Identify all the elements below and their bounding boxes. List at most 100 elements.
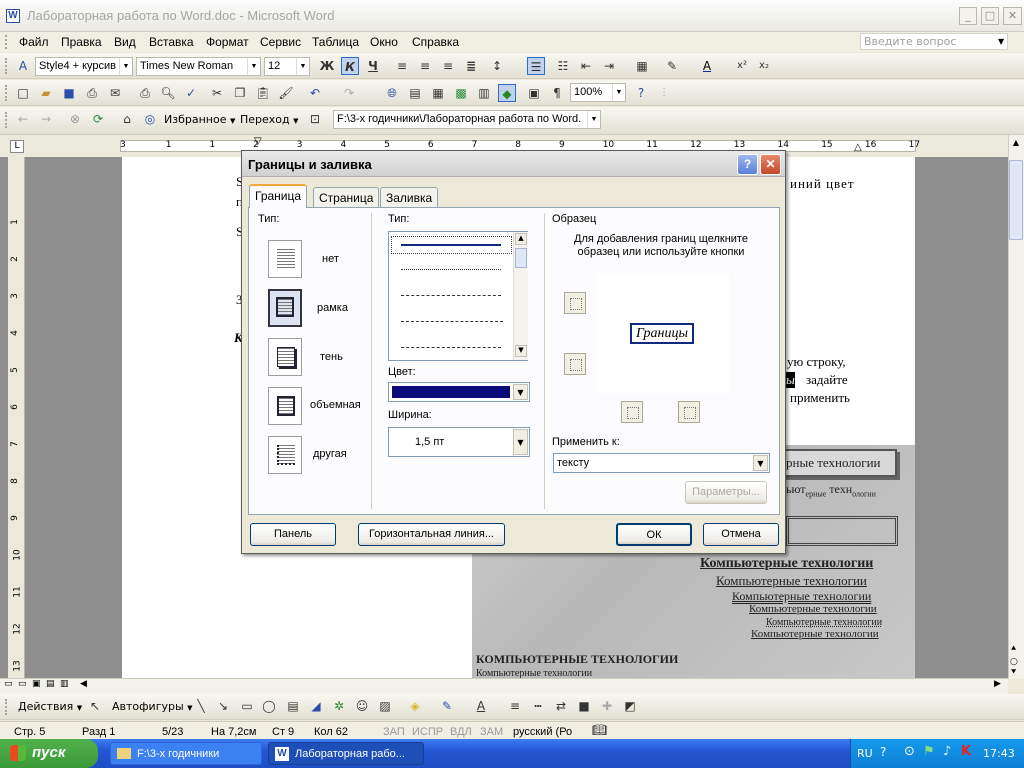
redo-icon[interactable]: ↷ bbox=[340, 84, 358, 102]
save-icon[interactable]: ■ bbox=[60, 84, 78, 102]
dialog-close-button[interactable]: ✕ bbox=[760, 154, 781, 175]
arrow-icon[interactable]: ↘ bbox=[214, 697, 232, 715]
line-style-scrollbar[interactable]: ▲ ▼ bbox=[513, 232, 528, 360]
fill-color-icon[interactable]: ◈ bbox=[406, 697, 424, 715]
dialog-help-button[interactable]: ? bbox=[737, 154, 758, 175]
line-style-long-dash[interactable] bbox=[401, 321, 503, 322]
color-dropdown[interactable]: ▼ bbox=[388, 382, 530, 402]
oval-icon[interactable]: ◯ bbox=[260, 697, 278, 715]
scroll-up-icon[interactable]: ▲ bbox=[515, 233, 527, 245]
dash-style-icon[interactable]: ┅ bbox=[529, 697, 547, 715]
go-menu[interactable]: Переход ▼ bbox=[240, 113, 299, 126]
align-right-icon[interactable]: ≡ bbox=[439, 57, 457, 75]
highlight-icon[interactable]: ✎ bbox=[663, 57, 681, 75]
expand-tray-icon[interactable]: ⊙ bbox=[904, 744, 915, 759]
normal-view-icon[interactable]: ▭ bbox=[4, 679, 13, 689]
select-objects-icon[interactable]: ↖ bbox=[86, 697, 104, 715]
format-painter-icon[interactable]: 🖌︎ bbox=[277, 84, 295, 102]
start-button[interactable]: пуск bbox=[0, 739, 98, 768]
right-indent-marker[interactable]: △ bbox=[854, 142, 862, 153]
increase-indent-icon[interactable]: ⇥ bbox=[600, 57, 618, 75]
autoshapes-menu[interactable]: Автофигуры ▼ bbox=[112, 700, 193, 713]
antivirus-icon[interactable]: K bbox=[961, 744, 971, 759]
style-combo[interactable]: Style4 + курсив ▼ bbox=[35, 57, 133, 76]
menu-file[interactable]: Файл bbox=[19, 35, 49, 49]
horizontal-line-button[interactable]: Горизонтальная линия... bbox=[358, 523, 505, 546]
menu-table[interactable]: Таблица bbox=[312, 35, 359, 49]
setting-none-label[interactable]: нет bbox=[322, 253, 339, 265]
favorites-menu[interactable]: Избранное ▼ bbox=[164, 113, 235, 126]
address-combo[interactable]: F:\3-х годичники\Лабораторная работа по … bbox=[333, 110, 601, 129]
draw-font-color-icon[interactable]: A bbox=[472, 697, 490, 715]
setting-custom-label[interactable]: другая bbox=[313, 448, 347, 460]
line-style-icon[interactable]: ≡ bbox=[506, 697, 524, 715]
email-icon[interactable]: ✉ bbox=[106, 84, 124, 102]
insert-excel-icon[interactable]: ▩ bbox=[452, 84, 470, 102]
shadow-icon[interactable]: ■ bbox=[575, 697, 593, 715]
menu-edit[interactable]: Правка bbox=[61, 35, 102, 49]
toolbar-grip[interactable] bbox=[5, 85, 8, 101]
scroll-left-icon[interactable]: ◀ bbox=[80, 679, 87, 689]
line-style-dotted[interactable] bbox=[401, 269, 501, 270]
drawing-icon[interactable]: ◆ bbox=[498, 84, 516, 102]
permission-icon[interactable]: ⎙ bbox=[83, 84, 101, 102]
scroll-thumb[interactable] bbox=[515, 248, 527, 268]
status-rec[interactable]: ЗАП bbox=[383, 726, 405, 738]
menu-insert[interactable]: Вставка bbox=[149, 35, 194, 49]
toolbar-grip[interactable] bbox=[5, 699, 8, 715]
setting-box-label[interactable]: рамка bbox=[317, 302, 348, 314]
textbox-icon[interactable]: ▤ bbox=[284, 697, 302, 715]
subscript-icon[interactable]: x₂ bbox=[755, 57, 773, 75]
line-spacing-icon[interactable]: ↕ bbox=[488, 57, 506, 75]
horizontal-scrollbar[interactable] bbox=[0, 678, 1008, 694]
scroll-up-icon[interactable]: ▲ bbox=[1010, 138, 1022, 152]
menu-tools[interactable]: Сервис bbox=[260, 35, 301, 49]
align-left-icon[interactable]: ≡ bbox=[393, 57, 411, 75]
bottom-border-button[interactable] bbox=[564, 353, 586, 375]
font-color-icon[interactable]: A bbox=[698, 57, 716, 75]
justify-icon[interactable]: ≣ bbox=[462, 57, 480, 75]
clipart-icon[interactable]: ☺ bbox=[353, 697, 371, 715]
copy-icon[interactable]: ❐ bbox=[231, 84, 249, 102]
tables-borders-icon[interactable]: ▤ bbox=[406, 84, 424, 102]
select-browse-icon[interactable]: ○ bbox=[1010, 657, 1018, 667]
word-app-icon[interactable]: W bbox=[6, 9, 20, 23]
setting-3d-label[interactable]: объемная bbox=[310, 399, 361, 411]
paste-icon[interactable]: 📋︎ bbox=[254, 84, 272, 102]
status-ovr[interactable]: ЗАМ bbox=[480, 726, 503, 738]
preview-word[interactable]: Границы bbox=[630, 323, 694, 344]
document-map-icon[interactable]: ▣ bbox=[525, 84, 543, 102]
spelling-status-icon[interactable]: 📖︎ bbox=[592, 723, 607, 737]
menu-help[interactable]: Справка bbox=[412, 35, 459, 49]
line-style-solid[interactable] bbox=[401, 244, 501, 246]
back-arrow-icon[interactable]: ← bbox=[14, 110, 32, 128]
arrow-style-icon[interactable]: ⇄ bbox=[552, 697, 570, 715]
wordart-icon[interactable]: ◢ bbox=[307, 697, 325, 715]
tab-shading[interactable]: Заливка bbox=[380, 187, 439, 207]
menu-view[interactable]: Вид bbox=[114, 35, 136, 49]
3d-style-icon[interactable]: ◩ bbox=[621, 697, 639, 715]
network-icon[interactable]: ⚑ bbox=[923, 744, 935, 759]
left-border-button[interactable] bbox=[621, 401, 643, 423]
bold-button[interactable]: Ж bbox=[318, 57, 336, 75]
home-icon[interactable]: ⌂ bbox=[118, 110, 136, 128]
web-view-icon[interactable]: ▭ bbox=[18, 679, 27, 689]
taskbar-word[interactable]: W Лабораторная рабо... bbox=[268, 742, 424, 765]
setting-shadow[interactable] bbox=[268, 338, 302, 376]
next-page-icon[interactable]: ⯆ bbox=[1010, 668, 1017, 678]
show-only-web-toolbar-icon[interactable]: ⊡ bbox=[306, 110, 324, 128]
rectangle-icon[interactable]: ▭ bbox=[238, 697, 256, 715]
maximize-button[interactable]: □ bbox=[981, 7, 999, 25]
align-center-icon[interactable]: ≡ bbox=[416, 57, 434, 75]
line-style-list[interactable]: ▲ ▼ bbox=[388, 231, 528, 361]
spelling-icon[interactable]: ✓ bbox=[182, 84, 200, 102]
picture-icon[interactable]: ▨ bbox=[376, 697, 394, 715]
volume-icon[interactable]: ♪ bbox=[943, 744, 951, 759]
taskbar-folder[interactable]: F:\3-х годичники bbox=[110, 742, 262, 765]
search-web-icon[interactable]: ◎ bbox=[141, 110, 159, 128]
pilcrow-icon[interactable]: ¶ bbox=[548, 84, 566, 102]
italic-button[interactable]: К bbox=[341, 57, 359, 75]
underline-button[interactable]: Ч bbox=[364, 57, 382, 75]
borders-icon[interactable]: ▦ bbox=[633, 57, 651, 75]
font-size-combo[interactable]: 12 ▼ bbox=[264, 57, 310, 76]
